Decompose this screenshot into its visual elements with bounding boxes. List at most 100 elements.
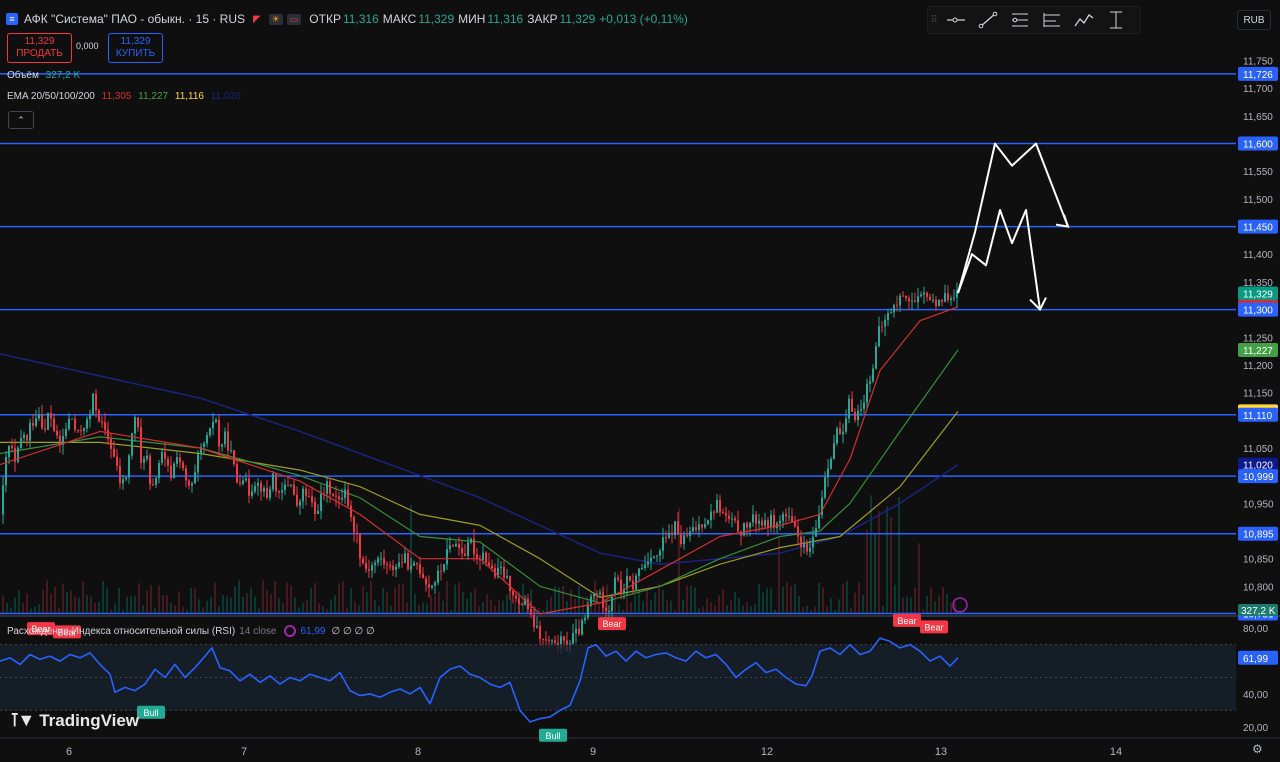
symbol-title[interactable]: АФК "Система" ПАО - обыкн. · 15 · RUS	[24, 12, 245, 26]
volume-bar	[158, 585, 160, 614]
volume-bar	[402, 583, 404, 614]
volume-bar	[730, 600, 732, 614]
volume-legend[interactable]: Объём 327,2 K	[7, 70, 84, 81]
tradingview-logo[interactable]: ⊺▼ TradingView	[10, 710, 139, 731]
price-tick-label: 11,550	[1243, 167, 1273, 178]
candle-body	[446, 549, 448, 565]
volume-bar	[466, 598, 468, 614]
candle-body	[302, 488, 304, 502]
buy-button[interactable]: 11,329 КУПИТЬ	[108, 33, 163, 63]
volume-bar	[502, 600, 504, 614]
candle-body	[800, 536, 802, 548]
divergence-label-text: Bear	[924, 622, 943, 632]
candle-body	[326, 481, 328, 494]
volume-bar	[2, 595, 4, 614]
volume-bar	[138, 583, 140, 614]
low-value: 11,316	[487, 12, 524, 26]
volume-bar	[862, 594, 864, 614]
candle-body	[329, 481, 331, 494]
candle-body	[548, 639, 550, 641]
volume-bar	[878, 511, 880, 614]
candle-body	[284, 484, 286, 491]
volume-bar	[942, 586, 944, 614]
candle-body	[551, 640, 553, 642]
candle-body	[71, 418, 73, 420]
candle-body	[812, 536, 814, 548]
horizontal-ray-icon[interactable]	[940, 7, 972, 33]
candle-body	[35, 418, 37, 426]
volume-bar	[54, 586, 56, 614]
volume-label: Объём	[7, 70, 39, 81]
candle-body	[179, 457, 181, 463]
volume-bar	[90, 596, 92, 614]
candle-body	[650, 557, 652, 562]
gear-icon[interactable]: ⚙	[1252, 742, 1263, 756]
candle-body	[917, 296, 919, 303]
price-tick-label: 10,950	[1243, 499, 1274, 510]
candle-body	[89, 414, 91, 420]
volume-bar	[350, 588, 352, 614]
path-tool-icon[interactable]	[1068, 7, 1100, 33]
candle-body	[335, 495, 337, 497]
candle-body	[512, 590, 514, 596]
rsi-value: 61,99	[300, 625, 326, 637]
volume-bar	[302, 602, 304, 614]
price-chart[interactable]: 11,750 11,700 11,650 11,550 11,500 11,400 11,3…	[0, 0, 1280, 762]
volume-bar	[434, 595, 436, 614]
event-icon[interactable]: ▭	[286, 13, 302, 25]
candle-body	[311, 496, 313, 503]
volume-bar	[722, 589, 724, 614]
price-range-icon[interactable]	[1100, 7, 1132, 33]
candle-body	[536, 625, 538, 628]
candle-body	[710, 511, 712, 521]
price-tag-label: 11,726	[1243, 70, 1273, 81]
high-label: МАКС	[382, 12, 417, 26]
parallel-channel-icon[interactable]	[1036, 7, 1068, 33]
currency-selector[interactable]: RUB	[1237, 10, 1271, 30]
candle-body	[455, 544, 457, 547]
flag-icon[interactable]: ◤	[253, 14, 261, 25]
candle-body	[212, 422, 214, 429]
candle-body	[182, 462, 184, 469]
volume-bar	[210, 596, 212, 614]
trend-line-icon[interactable]	[972, 7, 1004, 33]
candle-body	[899, 295, 901, 306]
fib-retracement-icon[interactable]	[1004, 7, 1036, 33]
market-status-icon[interactable]: ☀	[268, 13, 283, 25]
candle-body	[533, 614, 535, 628]
volume-bar	[946, 593, 948, 614]
candle-body	[947, 293, 949, 301]
candle-body	[317, 510, 319, 515]
candle-body	[341, 497, 343, 500]
candle-body	[299, 501, 301, 506]
candle-body	[926, 292, 928, 297]
rsi-legend[interactable]: Расхождение Индекса относительной силы (…	[7, 625, 375, 637]
ema50-value: 11,227	[138, 91, 169, 102]
volume-bar	[718, 595, 720, 614]
volume-bar	[118, 587, 120, 614]
volume-bar	[486, 594, 488, 614]
candle-body	[734, 518, 736, 521]
rsi-source-icon[interactable]	[284, 625, 297, 637]
candle-body	[698, 524, 700, 531]
candle-body	[842, 431, 844, 435]
candle-body	[38, 414, 40, 419]
candle-body	[695, 527, 697, 531]
volume-bar	[842, 583, 844, 614]
volume-bar	[782, 586, 784, 614]
candle-body	[902, 295, 904, 297]
candle-body	[920, 294, 922, 297]
drag-handle-icon[interactable]: ⠿	[928, 7, 940, 33]
collapse-legend-button[interactable]: ⌃	[8, 111, 34, 129]
sell-button[interactable]: 11,329 ПРОДАТЬ	[7, 33, 72, 63]
volume-bar	[106, 587, 108, 614]
candle-body	[941, 299, 943, 302]
candle-body	[44, 428, 46, 430]
volume-bar	[70, 590, 72, 614]
candle-body	[374, 562, 376, 566]
candle-body	[47, 413, 49, 430]
candle-body	[770, 514, 772, 528]
price-tick-label: 11,650	[1243, 112, 1273, 123]
ema-legend[interactable]: EMA 20/50/100/200 11,305 11,227 11,116 1…	[7, 91, 245, 102]
candle-body	[725, 512, 727, 516]
